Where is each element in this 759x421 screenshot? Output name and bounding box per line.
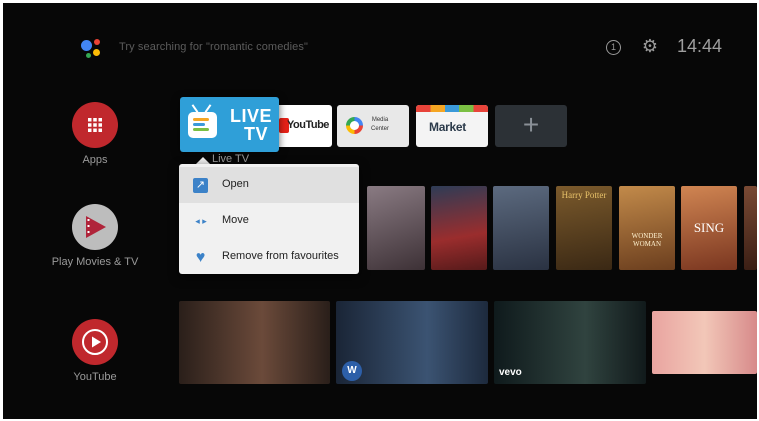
play-movies-icon bbox=[72, 204, 118, 250]
live-text-line1: LIVE bbox=[230, 106, 273, 126]
sidebar-item-apps[interactable]: Apps bbox=[41, 102, 149, 166]
menu-item-move[interactable]: ◂ ▸ Move bbox=[179, 203, 359, 239]
timer-icon[interactable]: 1 bbox=[606, 40, 621, 55]
menu-label-open: Open bbox=[222, 178, 249, 190]
context-menu-caret bbox=[196, 157, 210, 164]
media-center-line2: Center bbox=[371, 126, 390, 132]
sidebar-item-youtube[interactable]: YouTube bbox=[41, 319, 149, 383]
poster-title: WONDER WOMAN bbox=[631, 232, 663, 248]
poster-card[interactable] bbox=[431, 186, 487, 270]
poster-card[interactable] bbox=[493, 186, 549, 270]
poster-card[interactable] bbox=[744, 186, 757, 270]
sidebar-label-apps: Apps bbox=[82, 154, 108, 166]
market-tile[interactable]: Market bbox=[416, 105, 488, 147]
poster-title: Harry Potter bbox=[561, 190, 607, 200]
youtube-tile-label: YouTube bbox=[287, 119, 329, 131]
poster-title: SING bbox=[693, 220, 725, 235]
add-icon: + bbox=[522, 109, 540, 140]
search-prompt[interactable]: Try searching for "romantic comedies" bbox=[119, 41, 308, 53]
heart-icon: ♥ bbox=[195, 249, 206, 266]
open-external-icon: ↗ bbox=[193, 178, 208, 193]
market-color-band bbox=[416, 105, 488, 112]
clock: 14:44 bbox=[677, 36, 723, 56]
poster-card[interactable]: Harry Potter bbox=[556, 186, 612, 270]
live-text-line2: TV bbox=[244, 124, 269, 144]
live-tv-icon bbox=[188, 112, 217, 138]
context-menu: ↗ Open ◂ ▸ Move ♥ Remove from favourites bbox=[179, 164, 359, 274]
video-thumbnail[interactable]: vevo bbox=[494, 301, 646, 384]
tv-home-screen: Try searching for "romantic comedies" 1 … bbox=[3, 3, 757, 419]
youtube-icon bbox=[72, 319, 118, 365]
gear-icon[interactable]: ⚙ bbox=[640, 36, 660, 56]
poster-card[interactable]: SING bbox=[681, 186, 737, 270]
menu-label-move: Move bbox=[222, 214, 249, 226]
sidebar-item-play-movies[interactable]: Play Movies & TV bbox=[41, 204, 149, 268]
media-center-tile[interactable]: Media Center bbox=[337, 105, 409, 147]
menu-item-remove-favourite[interactable]: ♥ Remove from favourites bbox=[179, 239, 359, 275]
sidebar-label-youtube: YouTube bbox=[73, 371, 117, 383]
menu-label-remove: Remove from favourites bbox=[222, 250, 339, 262]
timer-glyph: 1 bbox=[610, 42, 616, 52]
video-thumbnail[interactable] bbox=[179, 301, 330, 384]
video-thumbnail[interactable] bbox=[652, 311, 757, 374]
video-thumbnail[interactable]: W bbox=[336, 301, 488, 384]
media-center-line1: Media bbox=[371, 117, 389, 123]
menu-item-open[interactable]: ↗ Open bbox=[179, 167, 359, 203]
apps-grid-icon bbox=[72, 102, 118, 148]
move-arrows-icon: ◂ ▸ bbox=[195, 216, 207, 226]
poster-card[interactable]: WONDER WOMAN bbox=[619, 186, 675, 270]
live-tv-logo-text: LIVE TV bbox=[230, 107, 272, 143]
google-assistant-icon[interactable] bbox=[77, 36, 107, 62]
live-tv-tile[interactable]: LIVE TV bbox=[180, 97, 279, 152]
market-tile-label: Market bbox=[429, 120, 466, 134]
vevo-label: vevo bbox=[499, 367, 522, 378]
add-favourite-tile[interactable]: + bbox=[495, 105, 567, 147]
warner-music-icon: W bbox=[342, 361, 362, 381]
media-center-icon bbox=[346, 117, 363, 134]
poster-card[interactable] bbox=[367, 186, 425, 270]
sidebar-label-play-movies: Play Movies & TV bbox=[51, 256, 139, 268]
top-bar: Try searching for "romantic comedies" 1 … bbox=[3, 3, 757, 83]
